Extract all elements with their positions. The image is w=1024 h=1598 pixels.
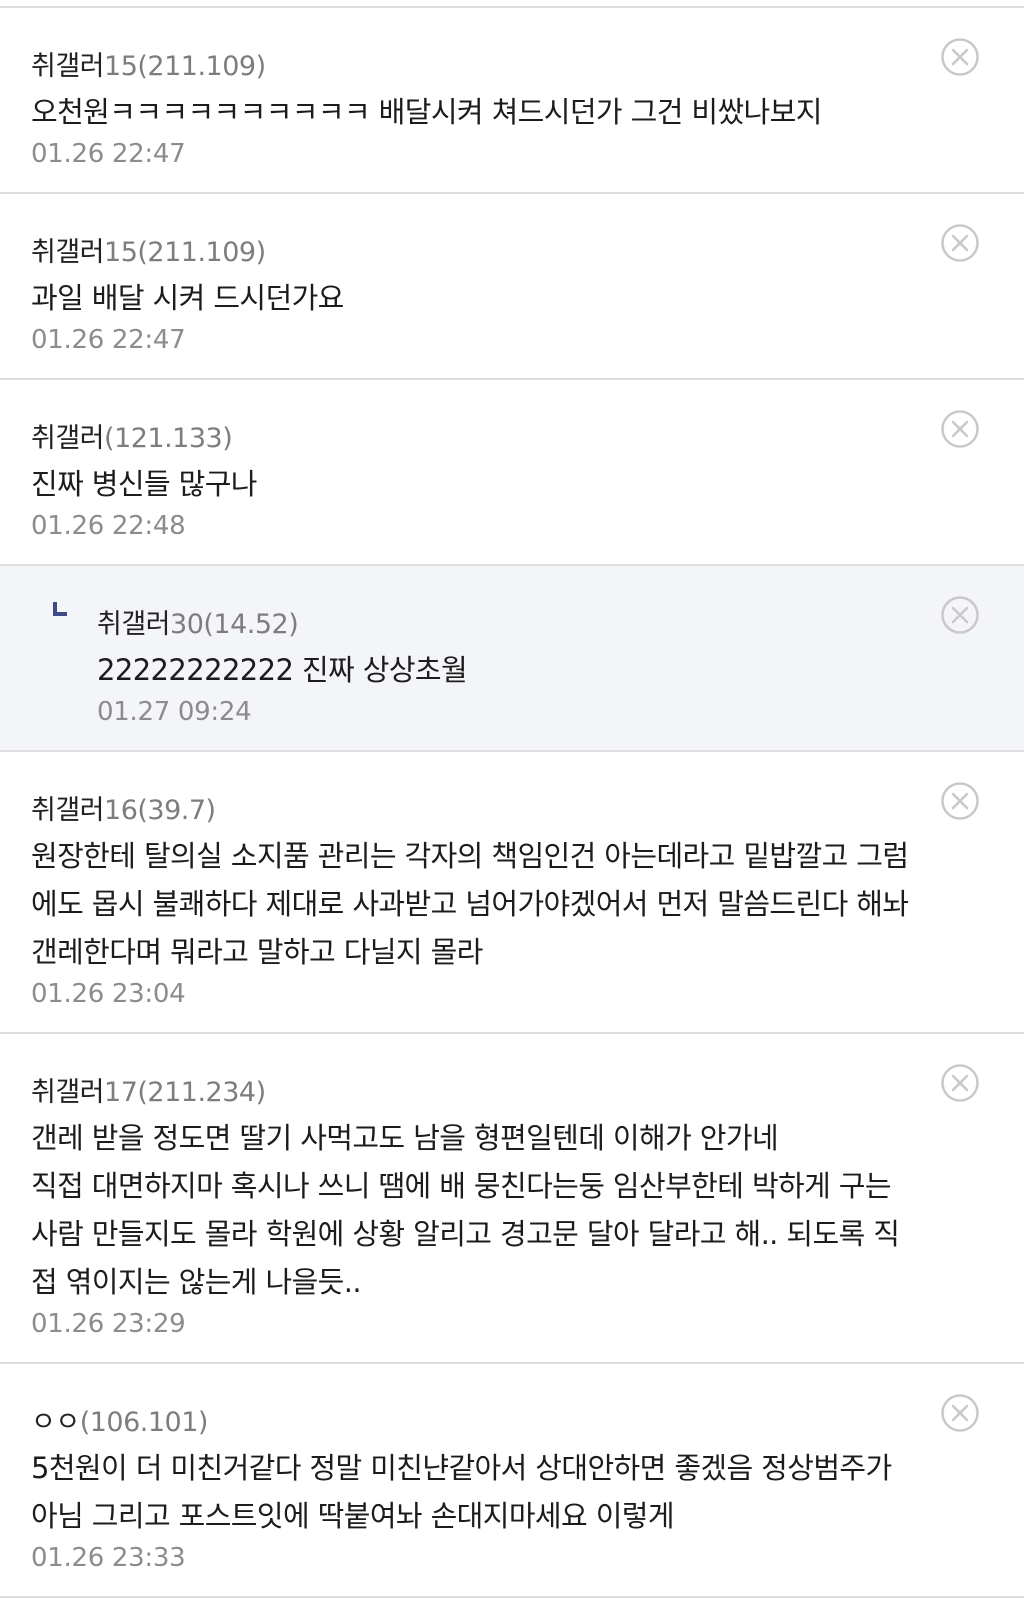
comment-line: 접 엮이지는 않는게 나을듯.. bbox=[31, 1265, 362, 1299]
comment-text: 진짜 병신들 많구나 bbox=[31, 460, 1024, 508]
author-ip: (14.52) bbox=[203, 609, 299, 640]
comment-line: 22222222222 진짜 상상초월 bbox=[97, 653, 468, 687]
author-number: 30 bbox=[170, 609, 204, 640]
delete-comment-button[interactable] bbox=[940, 595, 980, 635]
comment-meta: 취갤러30(14.52) bbox=[97, 566, 1024, 640]
comment-line: 갠레 받을 정도면 딸기 사먹고도 남을 형편일텐데 이해가 안가네 bbox=[31, 1121, 779, 1155]
reply-arrow-icon bbox=[53, 602, 67, 616]
comment-meta: 취갤러15(211.109) bbox=[31, 194, 1024, 268]
author-ip: (121.133) bbox=[104, 423, 233, 454]
author-number: 17 bbox=[104, 1077, 138, 1108]
delete-comment-button[interactable] bbox=[940, 781, 980, 821]
comment-text: 5천원이 더 미친거같다 정말 미친냔같아서 상대안하면 좋겠음 정상범주가 아… bbox=[31, 1444, 1024, 1540]
comment-text: 갠레 받을 정도면 딸기 사먹고도 남을 형편일텐데 이해가 안가네 직접 대면… bbox=[31, 1114, 1024, 1306]
delete-comment-button[interactable] bbox=[940, 37, 980, 77]
comment-line: 직접 대면하지마 혹시나 쓰니 땜에 배 뭉친다는둥 임산부한테 박하게 구는 bbox=[31, 1169, 892, 1203]
close-circle-icon bbox=[941, 38, 979, 76]
author-ip: (211.234) bbox=[137, 1077, 266, 1108]
comment-text: 과일 배달 시켜 드시던가요 bbox=[31, 274, 1024, 322]
comment-date: 01.27 09:24 bbox=[97, 697, 252, 727]
comment-meta: ㅇㅇ(106.101) bbox=[31, 1364, 1024, 1438]
reply-item: 취갤러30(14.52) 22222222222 진짜 상상초월 01.27 0… bbox=[0, 566, 1024, 752]
comment-author[interactable]: ㅇㅇ bbox=[31, 1407, 80, 1438]
comment-line: 진짜 병신들 많구나 bbox=[31, 467, 257, 501]
comment-author[interactable]: 취갤러 bbox=[31, 51, 105, 82]
comment-list: 취갤러15(211.109) 오천원ㅋㅋㅋㅋㅋㅋㅋㅋㅋㅋ 배달시켜 쳐드시던가 … bbox=[0, 6, 1024, 1598]
close-circle-icon bbox=[941, 596, 979, 634]
close-circle-icon bbox=[941, 782, 979, 820]
comment-text: 22222222222 진짜 상상초월 bbox=[97, 646, 1024, 694]
comment-text: 원장한테 탈의실 소지품 관리는 각자의 책임인건 아는데라고 밑밥깔고 그럼 … bbox=[31, 832, 1024, 976]
comment-line: 원장한테 탈의실 소지품 관리는 각자의 책임인건 아는데라고 밑밥깔고 그럼 bbox=[31, 839, 909, 873]
comment-meta: 취갤러15(211.109) bbox=[31, 8, 1024, 82]
comment-item: 취갤러16(39.7) 원장한테 탈의실 소지품 관리는 각자의 책임인건 아는… bbox=[0, 752, 1024, 1034]
comment-line: 사람 만들지도 몰라 학원에 상황 알리고 경고문 달아 달라고 해.. 되도록… bbox=[31, 1217, 900, 1251]
close-circle-icon bbox=[941, 1394, 979, 1432]
comment-meta: 취갤러17(211.234) bbox=[31, 1034, 1024, 1108]
comment-date: 01.26 22:48 bbox=[31, 511, 186, 541]
comment-date: 01.26 23:04 bbox=[31, 979, 186, 1009]
comment-line: 아님 그리고 포스트잇에 딱붙여놔 손대지마세요 이렇게 bbox=[31, 1499, 675, 1533]
comment-date: 01.26 22:47 bbox=[31, 325, 186, 355]
comment-author[interactable]: 취갤러 bbox=[31, 1077, 105, 1108]
comment-author[interactable]: 취갤러 bbox=[97, 609, 171, 640]
comment-meta: 취갤러(121.133) bbox=[31, 380, 1024, 454]
comment-text: 오천원ㅋㅋㅋㅋㅋㅋㅋㅋㅋㅋ 배달시켜 쳐드시던가 그건 비쌌나보지 bbox=[31, 88, 1024, 136]
comment-item: ㅇㅇ(106.101) 5천원이 더 미친거같다 정말 미친냔같아서 상대안하면… bbox=[0, 1364, 1024, 1598]
author-number: 15 bbox=[104, 237, 138, 268]
comment-line: 과일 배달 시켜 드시던가요 bbox=[31, 281, 344, 315]
delete-comment-button[interactable] bbox=[940, 223, 980, 263]
author-number: 16 bbox=[104, 795, 138, 826]
author-ip: (211.109) bbox=[137, 237, 266, 268]
comment-line: 에도 몹시 불쾌하다 제대로 사과받고 넘어가야겠어서 먼저 말씀드린다 해놔 bbox=[31, 887, 909, 921]
comment-author[interactable]: 취갤러 bbox=[31, 423, 105, 454]
comment-line: 오천원ㅋㅋㅋㅋㅋㅋㅋㅋㅋㅋ 배달시켜 쳐드시던가 그건 비쌌나보지 bbox=[31, 95, 822, 129]
delete-comment-button[interactable] bbox=[940, 1393, 980, 1433]
author-number: 15 bbox=[104, 51, 138, 82]
comment-date: 01.26 23:29 bbox=[31, 1309, 186, 1339]
close-circle-icon bbox=[941, 1064, 979, 1102]
comment-author[interactable]: 취갤러 bbox=[31, 237, 105, 268]
comment-author[interactable]: 취갤러 bbox=[31, 795, 105, 826]
comment-date: 01.26 22:47 bbox=[31, 139, 186, 169]
delete-comment-button[interactable] bbox=[940, 409, 980, 449]
comment-item: 취갤러15(211.109) 오천원ㅋㅋㅋㅋㅋㅋㅋㅋㅋㅋ 배달시켜 쳐드시던가 … bbox=[0, 8, 1024, 194]
comment-item: 취갤러17(211.234) 갠레 받을 정도면 딸기 사먹고도 남을 형편일텐… bbox=[0, 1034, 1024, 1364]
close-circle-icon bbox=[941, 410, 979, 448]
author-ip: (39.7) bbox=[137, 795, 216, 826]
comment-item: 취갤러15(211.109) 과일 배달 시켜 드시던가요 01.26 22:4… bbox=[0, 194, 1024, 380]
comment-line: 5천원이 더 미친거같다 정말 미친냔같아서 상대안하면 좋겠음 정상범주가 bbox=[31, 1451, 892, 1485]
comment-date: 01.26 23:33 bbox=[31, 1543, 186, 1573]
comment-line: 갠레한다며 뭐라고 말하고 다닐지 몰라 bbox=[31, 935, 483, 969]
comment-meta: 취갤러16(39.7) bbox=[31, 752, 1024, 826]
close-circle-icon bbox=[941, 224, 979, 262]
delete-comment-button[interactable] bbox=[940, 1063, 980, 1103]
author-ip: (211.109) bbox=[137, 51, 266, 82]
comment-item: 취갤러(121.133) 진짜 병신들 많구나 01.26 22:48 bbox=[0, 380, 1024, 566]
author-ip: (106.101) bbox=[79, 1407, 209, 1438]
